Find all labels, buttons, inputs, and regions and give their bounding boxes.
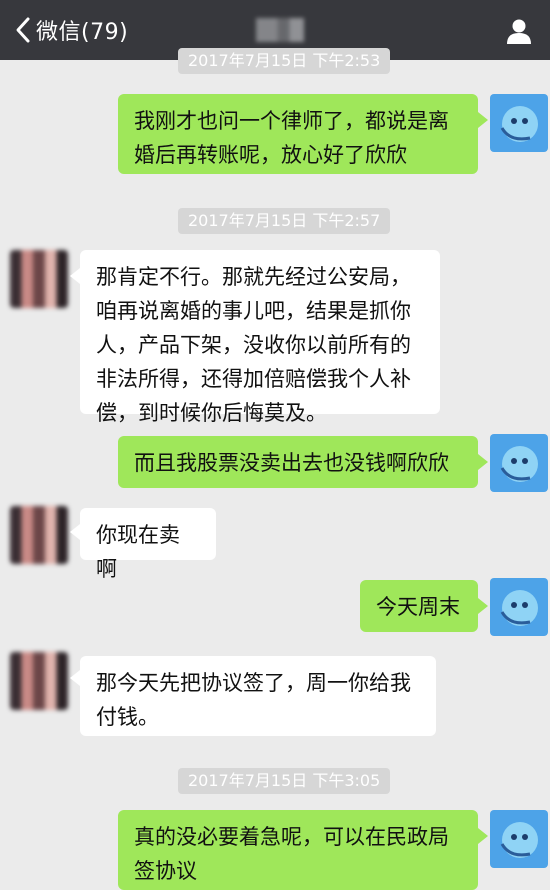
bubble-tail [478, 828, 488, 844]
message-bubble-in[interactable]: 那肯定不行。那就先经过公安局， 咱再说离婚的事儿吧，结果是抓你 人，产品下架，没… [80, 250, 440, 425]
bubble-tail [478, 454, 488, 470]
my-avatar[interactable] [490, 578, 548, 636]
blue-creature-icon [500, 822, 538, 858]
message-bubble-out[interactable]: 而且我股票没卖出去也没钱啊欣欣 [118, 436, 478, 488]
bubble-tail [478, 598, 488, 614]
message-bubble-in[interactable]: 那今天先把协议签了，周一你给我 付钱。 [80, 656, 436, 736]
back-button[interactable]: 微信(79) [14, 14, 128, 46]
timestamp: 2017年7月15日 下午2:53 [178, 48, 391, 74]
bubble-tail [70, 268, 80, 284]
blue-creature-icon [500, 590, 538, 626]
bubble-tail [70, 670, 80, 686]
my-avatar[interactable] [490, 94, 548, 152]
message-bubble-in[interactable]: 你现在卖啊 [80, 508, 216, 581]
bubble-tail [70, 524, 80, 540]
my-avatar[interactable] [490, 434, 548, 492]
message-bubble-out[interactable]: 今天周末 [360, 580, 478, 632]
blue-creature-icon [500, 106, 538, 142]
chevron-left-icon [16, 17, 30, 43]
contact-avatar[interactable] [10, 506, 68, 564]
blue-creature-icon [500, 446, 538, 482]
timestamp: 2017年7月15日 下午2:57 [178, 208, 391, 234]
bubble-tail [478, 112, 488, 128]
message-bubble-out[interactable]: 真的没必要着急呢，可以在民政局 签协议 [118, 810, 478, 890]
timestamp: 2017年7月15日 下午3:05 [178, 768, 391, 794]
message-bubble-out[interactable]: 我刚才也问一个律师了，都说是离 婚后再转账呢，放心好了欣欣 [118, 94, 478, 174]
profile-icon[interactable] [504, 16, 534, 46]
contact-avatar[interactable] [10, 652, 68, 710]
contact-avatar[interactable] [10, 250, 68, 308]
back-label: 微信(79) [36, 20, 129, 45]
chat-title-blurred [256, 18, 304, 42]
my-avatar[interactable] [490, 810, 548, 868]
